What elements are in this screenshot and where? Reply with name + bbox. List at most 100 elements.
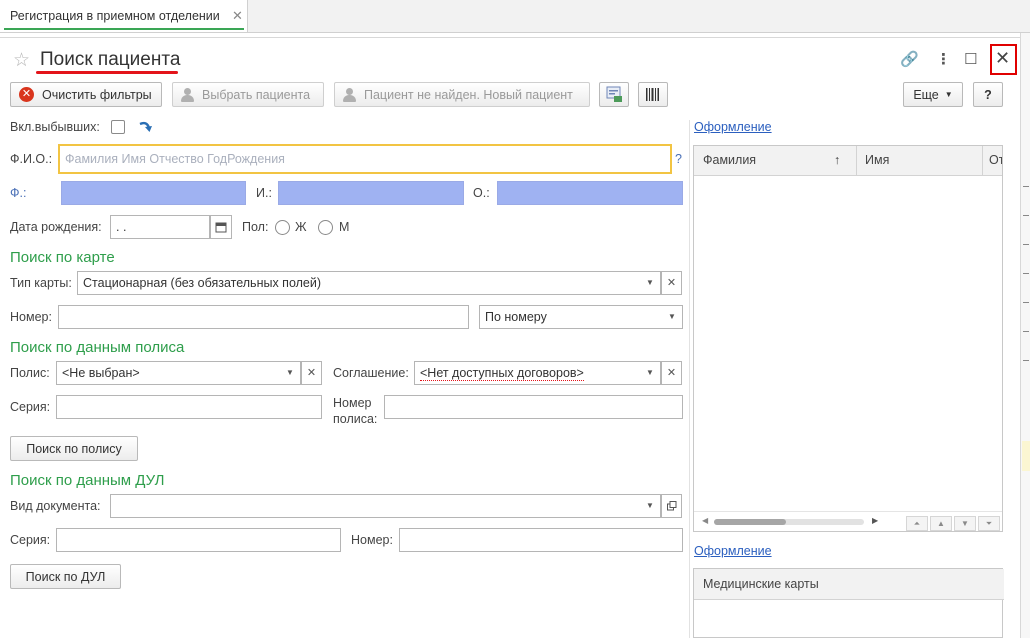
background-highlight <box>1022 441 1030 471</box>
patronymic-label: О.: <box>473 186 490 200</box>
patients-table-header: Фамилия ↑ Имя От <box>694 146 1002 176</box>
tab-bar: Регистрация в приемном отделении ✕ <box>0 0 1030 33</box>
favorite-star-icon[interactable]: ☆ <box>13 49 30 72</box>
policy-select[interactable]: <Не выбран> <box>56 361 281 385</box>
select-patient-label: Выбрать пациента <box>202 87 311 102</box>
background-window-edge <box>1020 33 1030 638</box>
background-tick <box>1023 186 1029 187</box>
new-patient-label: Пациент не найден. Новый пациент <box>364 87 573 102</box>
clear-filters-button[interactable]: ✕ Очистить фильтры <box>10 82 162 107</box>
tab-label: Регистрация в приемном отделении <box>10 9 220 23</box>
sex-label: Пол: <box>242 220 269 234</box>
card-reader-button[interactable] <box>599 82 629 107</box>
agreement-dropdown[interactable]: ▼ <box>640 361 661 385</box>
search-by-dul-button[interactable]: Поиск по ДУЛ <box>10 564 121 589</box>
card-type-clear[interactable]: ✕ <box>661 271 682 295</box>
fio-help-icon[interactable]: ? <box>675 152 682 166</box>
more-button[interactable]: Еще ▼ <box>903 82 963 107</box>
doc-type-select[interactable] <box>110 494 641 518</box>
panel-divider <box>689 120 690 638</box>
policy-dropdown[interactable]: ▼ <box>280 361 301 385</box>
appearance-link-2[interactable]: Оформление <box>694 544 772 558</box>
appearance-link[interactable]: Оформление <box>694 120 772 134</box>
scroll-thumb[interactable] <box>714 519 786 525</box>
medical-cards-title: Медицинские карты <box>703 577 819 591</box>
fio-input[interactable]: Фамилия Имя Отчество ГодРождения <box>58 144 672 174</box>
dul-number-input[interactable] <box>399 528 683 552</box>
sex-female-radio[interactable] <box>275 220 290 235</box>
surname-input[interactable] <box>61 181 246 205</box>
dob-label: Дата рождения: <box>10 220 102 234</box>
sex-female-label: Ж <box>295 220 307 234</box>
policy-number-input[interactable] <box>384 395 683 419</box>
move-down-icon[interactable]: ▼ <box>954 516 976 531</box>
column-divider <box>856 146 857 176</box>
sex-male-radio[interactable] <box>318 220 333 235</box>
card-search-mode-dropdown[interactable]: ▼ <box>662 305 683 329</box>
doc-type-open-button[interactable] <box>661 494 682 518</box>
clear-icon: ✕ <box>19 87 34 102</box>
tab-registration[interactable]: Регистрация в приемном отделении ✕ <box>0 0 248 32</box>
horizontal-scrollbar[interactable]: ◀ ▶ ⏶ ▲ ▼ ⏷ <box>694 511 1002 531</box>
column-header-name[interactable]: Имя <box>865 153 889 167</box>
agreement-clear[interactable]: ✕ <box>661 361 682 385</box>
sort-ascending-icon: ↑ <box>834 153 841 167</box>
tab-active-indicator <box>4 28 244 30</box>
policy-label: Полис: <box>10 366 50 380</box>
chevron-down-icon: ▼ <box>944 90 953 99</box>
column-header-patronymic[interactable]: От <box>989 153 1002 167</box>
surname-label: Ф.: <box>10 186 27 200</box>
card-type-value: Стационарная (без обязательных полей) <box>83 276 322 290</box>
doc-type-dropdown[interactable]: ▼ <box>640 494 661 518</box>
person-icon <box>181 87 194 102</box>
dul-series-input[interactable] <box>56 528 341 552</box>
agreement-label: Соглашение: <box>333 366 409 380</box>
card-number-label: Номер: <box>10 310 52 324</box>
incl-discharged-checkbox[interactable] <box>111 120 125 134</box>
tab-close-icon[interactable]: ✕ <box>232 8 243 24</box>
agreement-value: <Нет доступных договоров> <box>420 366 584 381</box>
barcode-icon <box>646 88 659 101</box>
policy-clear[interactable]: ✕ <box>301 361 322 385</box>
dul-search-heading: Поиск по данным ДУЛ <box>10 472 165 489</box>
scroll-right-icon[interactable]: ▶ <box>872 516 878 525</box>
name-label: И.: <box>256 186 272 200</box>
card-number-input[interactable] <box>58 305 469 329</box>
patients-table: Фамилия ↑ Имя От ◀ ▶ ⏶ ▲ ▼ ⏷ <box>693 145 1003 532</box>
card-type-select[interactable]: Стационарная (без обязательных полей) <box>77 271 641 295</box>
background-tick <box>1023 273 1029 274</box>
name-input[interactable] <box>278 181 464 205</box>
sex-male-label: М <box>339 220 350 234</box>
maximize-icon[interactable]: ☐ <box>964 50 977 68</box>
scroll-left-icon[interactable]: ◀ <box>702 516 708 525</box>
background-tick <box>1023 215 1029 216</box>
select-patient-button[interactable]: Выбрать пациента <box>172 82 324 107</box>
card-type-dropdown[interactable]: ▼ <box>640 271 661 295</box>
window-title: Поиск пациента <box>40 49 181 70</box>
move-up-icon[interactable]: ▲ <box>930 516 952 531</box>
search-by-policy-button[interactable]: Поиск по полису <box>10 436 138 461</box>
move-first-icon[interactable]: ⏶ <box>906 516 928 531</box>
agreement-select[interactable]: <Нет доступных договоров> <box>414 361 641 385</box>
background-tick <box>1023 331 1029 332</box>
calendar-button[interactable] <box>210 215 232 239</box>
close-icon[interactable]: ✕ <box>995 48 1010 69</box>
new-patient-button[interactable]: Пациент не найден. Новый пациент <box>334 82 590 107</box>
help-button[interactable]: ? <box>973 82 1003 107</box>
column-divider <box>982 146 983 176</box>
card-search-mode-select[interactable]: По номеру <box>479 305 663 329</box>
barcode-button[interactable] <box>638 82 668 107</box>
column-header-surname[interactable]: Фамилия <box>703 153 756 167</box>
move-last-icon[interactable]: ⏷ <box>978 516 1000 531</box>
patronymic-input[interactable] <box>497 181 683 205</box>
dob-input[interactable]: . . <box>110 215 210 239</box>
card-reader-icon <box>606 86 622 102</box>
link-icon[interactable]: 🔗 <box>900 50 919 68</box>
policy-search-heading: Поиск по данным полиса <box>10 339 185 356</box>
policy-series-label: Серия: <box>10 400 51 414</box>
refresh-arrow-icon[interactable] <box>138 119 154 135</box>
fio-placeholder: Фамилия Имя Отчество ГодРождения <box>65 152 285 166</box>
more-actions-icon[interactable]: ⋮ <box>936 50 951 68</box>
clear-filters-label: Очистить фильтры <box>42 87 152 102</box>
policy-series-input[interactable] <box>56 395 322 419</box>
